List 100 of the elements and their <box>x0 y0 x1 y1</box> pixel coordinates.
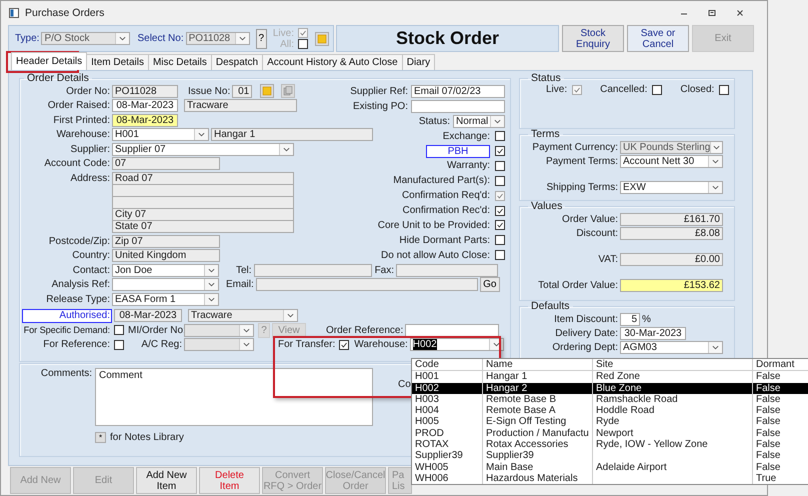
field-label: Do not allow Auto Close: <box>381 250 490 261</box>
dropdown-field[interactable]: Normal <box>453 114 505 128</box>
field-label: Warehouse: <box>354 339 408 350</box>
go-button[interactable]: Go <box>480 277 500 292</box>
chevron-down-icon <box>238 36 246 41</box>
dropdown-field[interactable]: PO11028 <box>186 32 250 45</box>
checkbox[interactable] <box>114 340 124 350</box>
chevron-down-icon <box>119 36 126 41</box>
text-field[interactable] <box>112 184 294 197</box>
text-field[interactable]: Tracware <box>184 99 297 112</box>
text-field[interactable]: 08-Mar-2023 <box>114 309 182 322</box>
text-field[interactable] <box>411 100 505 113</box>
dropdown-field[interactable]: Supplier 07 <box>112 142 294 156</box>
checkbox[interactable] <box>114 325 124 336</box>
list-row[interactable]: PROD Production / Manufactu Newport False <box>412 428 808 440</box>
checkbox[interactable] <box>339 340 350 350</box>
dropdown-field[interactable]: AGM03 <box>620 340 723 354</box>
checkbox[interactable] <box>495 146 505 156</box>
text-field[interactable]: Road 07 <box>112 172 294 185</box>
checkbox[interactable] <box>495 160 505 171</box>
list-row[interactable]: H002 Hangar 2 Blue Zone False <box>412 382 808 394</box>
comments-field[interactable]: Comment <box>95 368 373 426</box>
text-field[interactable]: State 07 <box>112 220 294 233</box>
text-field[interactable]: 5 <box>620 312 640 326</box>
help-button[interactable]: ? <box>256 28 267 48</box>
group-title: Status <box>530 73 562 84</box>
dropdown-field[interactable]: Tracware <box>188 309 298 322</box>
text-field[interactable]: PO11028 <box>112 84 178 98</box>
dropdown-field[interactable] <box>184 324 254 337</box>
text-field[interactable] <box>254 264 372 277</box>
list-row[interactable]: WH006 Hazardous Materials True <box>412 472 808 484</box>
tab[interactable]: Header Details <box>11 52 88 70</box>
group-title: Terms <box>530 129 561 140</box>
dropdown-field[interactable]: EASA Form 1 <box>112 292 219 306</box>
chevron-down-icon <box>243 342 250 348</box>
field-label: Order Value: <box>561 214 618 224</box>
dropdown-field[interactable] <box>184 338 254 352</box>
dropdown-field[interactable]: EXW <box>620 180 723 194</box>
dropdown-field[interactable]: Jon Doe <box>112 264 219 277</box>
list-row[interactable]: Supplier39 Supplier39 False <box>412 450 808 462</box>
close-icon[interactable] <box>735 8 745 18</box>
list-row[interactable]: H003 Remote Base B Ramshackle Road False <box>412 394 808 406</box>
field-label: Release Type: <box>45 294 110 305</box>
action-button[interactable]: Add New Item <box>136 467 197 494</box>
field-label: VAT: <box>597 254 618 264</box>
text-field[interactable]: 01 <box>232 84 252 98</box>
text-field[interactable]: 08-Mar-2023 <box>112 99 178 112</box>
checkbox[interactable] <box>652 84 662 94</box>
field-label: Manufactured Part(s): <box>393 175 490 186</box>
toolbar-button[interactable]: Stock Enquiry <box>562 25 624 52</box>
action-button[interactable]: Delete Item <box>199 467 260 494</box>
tab[interactable]: Misc Details <box>148 54 212 70</box>
field-label: Warranty: <box>447 160 490 172</box>
column-header: Dormant <box>753 359 808 370</box>
field-label: Core Unit to be Provided: <box>378 220 490 231</box>
dropdown-field[interactable] <box>112 278 219 292</box>
field-label: Postcode/Zip: <box>48 236 110 247</box>
checkbox[interactable] <box>495 131 505 142</box>
text-field[interactable] <box>256 278 478 292</box>
chevron-down-icon <box>208 282 215 288</box>
field-label: Email: <box>226 279 254 290</box>
list-row[interactable]: WH005 Main Base Adelaide Airport False <box>412 462 808 473</box>
checkbox[interactable] <box>495 235 505 246</box>
text-field[interactable]: 07 <box>112 157 220 170</box>
checkbox[interactable] <box>495 176 505 186</box>
list-row[interactable]: H004 Remote Base A Hoddle Road False <box>412 405 808 416</box>
list-row[interactable]: H005 E-Sign Off Testing Ryde False <box>412 416 808 428</box>
text-field[interactable] <box>396 264 498 277</box>
field-label: Hide Dormant Parts: <box>399 234 490 246</box>
chevron-down-icon <box>287 313 294 318</box>
text-field[interactable] <box>405 324 500 337</box>
text-field[interactable]: 08-Mar-2023 <box>112 114 178 127</box>
chevron-down-icon <box>283 146 290 152</box>
restore-icon[interactable] <box>707 8 717 18</box>
text-field[interactable]: 30-Mar-2023 <box>620 326 686 340</box>
field-label: Tel: <box>236 264 252 276</box>
tab[interactable]: Diary <box>402 54 436 70</box>
text-field[interactable]: Email 07/02/23 <box>411 84 505 98</box>
checkbox[interactable] <box>719 84 730 94</box>
checkbox[interactable] <box>495 206 505 216</box>
checkbox[interactable] <box>298 39 308 49</box>
text-field[interactable]: United Kingdom <box>112 249 220 262</box>
text-field[interactable]: City 07 <box>112 208 294 221</box>
checkbox[interactable] <box>298 28 308 38</box>
dropdown-field[interactable]: H001 <box>112 128 209 142</box>
text-field[interactable]: Hangar 1 <box>211 128 373 142</box>
tab[interactable]: Item Details <box>86 54 149 70</box>
dropdown-field[interactable]: P/O Stock <box>41 32 130 45</box>
notes-key-button[interactable]: * <box>95 432 106 443</box>
dropdown-field[interactable]: H002 <box>410 338 504 352</box>
tab[interactable]: Account History & Auto Close <box>262 54 403 70</box>
dropdown-field[interactable]: Account Nett 30 <box>620 154 723 168</box>
field-label: Live: <box>272 28 294 38</box>
text-field[interactable]: Zip 07 <box>112 234 220 248</box>
text-field[interactable] <box>112 196 294 209</box>
checkbox[interactable] <box>495 220 505 230</box>
tab[interactable]: Despatch <box>210 54 264 70</box>
toolbar-button[interactable]: Save or Cancel <box>627 25 689 52</box>
checkbox[interactable] <box>495 250 505 260</box>
list-row[interactable]: ROTAX Rotax Accessories Ryde, IOW - Yellow Zone False <box>412 439 808 450</box>
